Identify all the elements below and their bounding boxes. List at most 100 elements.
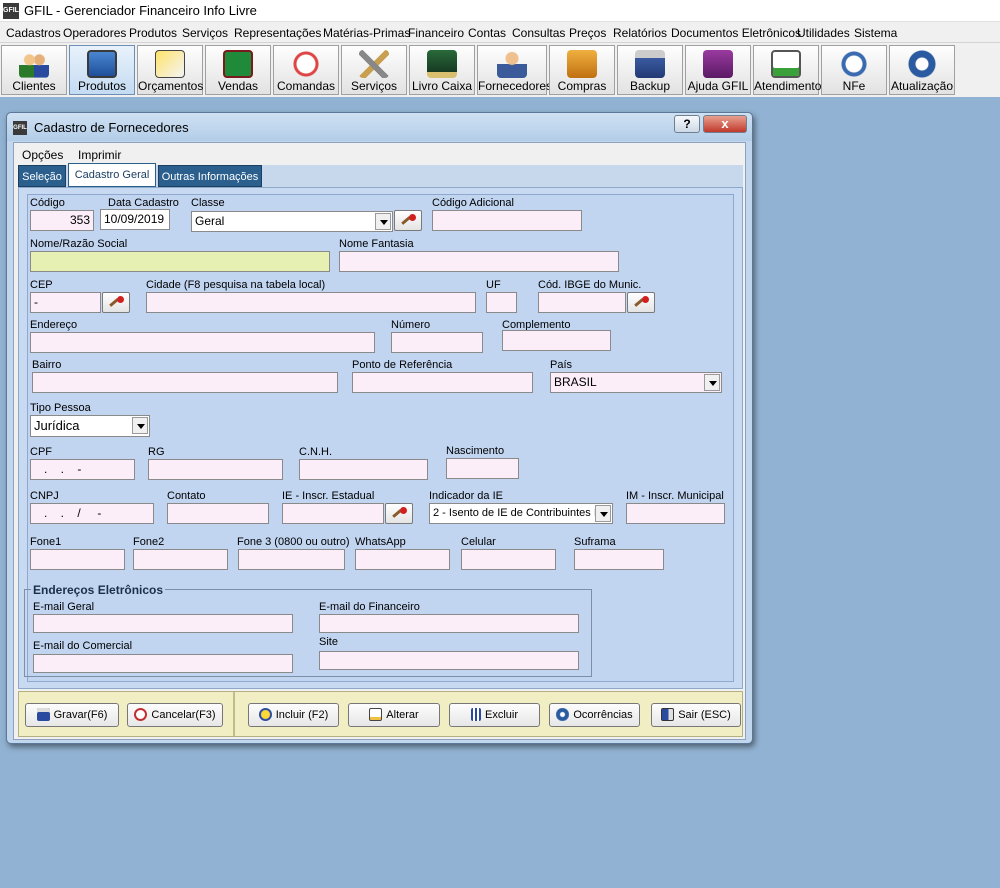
endereco-field[interactable] (30, 332, 375, 353)
menu-documentos-eletronicos[interactable]: Documentos Eletrônicos (671, 26, 801, 40)
im-field[interactable] (626, 503, 725, 524)
menu-utilidades[interactable]: Utilidades (797, 26, 850, 40)
menu-materias-primas[interactable]: Matérias-Primas (323, 26, 410, 40)
complemento-field[interactable] (502, 330, 611, 351)
cnpj-field[interactable]: . . / - (30, 503, 154, 524)
menu-representacoes[interactable]: Representações (234, 26, 321, 40)
label-bairro: Bairro (32, 359, 62, 371)
nascimento-field[interactable] (446, 458, 519, 479)
ie-search-button[interactable] (385, 503, 413, 524)
toolbar-label: Fornecedores (478, 79, 553, 93)
menu-operadores[interactable]: Operadores (63, 26, 126, 40)
bairro-field[interactable] (32, 372, 338, 393)
dialog-titlebar[interactable]: GFIL Cadastro de Fornecedores ? x (7, 113, 752, 141)
sair-button[interactable]: Sair (ESC) (651, 703, 741, 727)
rg-field[interactable] (148, 459, 283, 480)
toolbar-livro-caixa-button[interactable]: Livro Caixa (409, 45, 475, 95)
uf-field[interactable] (486, 292, 517, 313)
toolbar-atualizacao-button[interactable]: Atualização (889, 45, 955, 95)
gravar-button[interactable]: Gravar(F6) (25, 703, 119, 727)
incluir-button[interactable]: Incluir (F2) (248, 703, 339, 727)
label-fone3: Fone 3 (0800 ou outro) (237, 536, 350, 548)
ocorrencias-button[interactable]: Ocorrências (549, 703, 640, 727)
toolbar-backup-button[interactable]: Backup (617, 45, 683, 95)
menu-sistema[interactable]: Sistema (854, 26, 897, 40)
classe-select[interactable]: Geral (191, 211, 393, 232)
close-button[interactable]: x (703, 115, 747, 133)
cnh-field[interactable] (299, 459, 428, 480)
ponto-referencia-field[interactable] (352, 372, 533, 393)
excluir-button[interactable]: Excluir (449, 703, 540, 727)
menu-produtos[interactable]: Produtos (129, 26, 177, 40)
toolbar-atendimento-button[interactable]: Atendimento (753, 45, 821, 95)
menu-relatorios[interactable]: Relatórios (613, 26, 667, 40)
tab-outras-informacoes[interactable]: Outras Informações (158, 165, 262, 187)
menu-imprimir[interactable]: Imprimir (78, 148, 121, 162)
cep-search-button[interactable] (102, 292, 130, 313)
site-field[interactable] (319, 651, 579, 670)
toolbar-orcamentos-button[interactable]: Orçamentos (137, 45, 203, 95)
toolbar-vendas-button[interactable]: Vendas (205, 45, 271, 95)
contato-field[interactable] (167, 503, 269, 524)
toolbar-comandas-button[interactable]: Comandas (273, 45, 339, 95)
menu-financeiro[interactable]: Financeiro (408, 26, 464, 40)
toolbar-nfe-button[interactable]: NFe (821, 45, 887, 95)
chevron-down-icon[interactable] (704, 374, 720, 391)
fone2-field[interactable] (133, 549, 228, 570)
codigo-field[interactable]: 353 (30, 210, 94, 231)
nome-fantasia-field[interactable] (339, 251, 619, 272)
classe-search-button[interactable] (394, 210, 422, 231)
tipo-pessoa-select[interactable]: Jurídica (30, 415, 150, 437)
label-contato: Contato (167, 490, 206, 502)
pais-select[interactable]: BRASIL (550, 372, 722, 393)
tab-selecao[interactable]: Seleção (18, 165, 66, 187)
cep-field[interactable]: - (30, 292, 101, 313)
ie-field[interactable] (282, 503, 384, 524)
ibge-search-button[interactable] (627, 292, 655, 313)
label-nome-fantasia: Nome Fantasia (339, 238, 414, 250)
cancelar-button[interactable]: Cancelar(F3) (127, 703, 223, 727)
chevron-down-icon[interactable] (132, 417, 148, 434)
gear-icon (556, 708, 570, 721)
label-ibge: Cód. IBGE do Munic. (538, 279, 642, 291)
save-floppy-icon (36, 708, 50, 721)
codigo-adicional-field[interactable] (432, 210, 582, 231)
email-financeiro-field[interactable] (319, 614, 579, 633)
tab-cadastro-geral[interactable]: Cadastro Geral (68, 163, 156, 187)
pais-value: BRASIL (554, 375, 597, 389)
indicador-ie-select[interactable]: 2 - Isento de IE de Contribuintes IC (429, 503, 613, 524)
menu-consultas[interactable]: Consultas (512, 26, 565, 40)
cidade-field[interactable] (146, 292, 476, 313)
toolbar-clientes-button[interactable]: Clientes (1, 45, 67, 95)
help-button[interactable]: ? (674, 115, 700, 133)
whatsapp-field[interactable] (355, 549, 450, 570)
data-cadastro-field[interactable]: 10/09/2019 (100, 209, 170, 230)
numero-field[interactable] (391, 332, 483, 353)
ocorrencias-label: Ocorrências (573, 709, 633, 721)
email-comercial-field[interactable] (33, 654, 293, 673)
chevron-down-icon[interactable] (375, 213, 391, 230)
toolbar-fornecedores-button[interactable]: Fornecedores (477, 45, 553, 95)
menu-contas[interactable]: Contas (468, 26, 506, 40)
toolbar-ajuda-button[interactable]: Ajuda GFIL (685, 45, 751, 95)
ibge-field[interactable] (538, 292, 626, 313)
toolbar-label: Serviços (350, 79, 397, 93)
menu-servicos[interactable]: Serviços (182, 26, 228, 40)
cpf-field[interactable]: . . - (30, 459, 135, 480)
toolbar-servicos-button[interactable]: Serviços (341, 45, 407, 95)
celular-field[interactable] (461, 549, 556, 570)
menu-cadastros[interactable]: Cadastros (6, 26, 61, 40)
chevron-down-icon[interactable] (595, 505, 611, 522)
menu-opcoes[interactable]: Opções (22, 148, 63, 162)
alterar-button[interactable]: Alterar (348, 703, 440, 727)
label-im: IM - Inscr. Municipal (626, 490, 724, 502)
fone3-field[interactable] (238, 549, 345, 570)
menu-precos[interactable]: Preços (569, 26, 606, 40)
toolbar-compras-button[interactable]: Compras (549, 45, 615, 95)
trash-icon (470, 708, 481, 721)
toolbar-produtos-button[interactable]: Produtos (69, 45, 135, 95)
fone1-field[interactable] (30, 549, 125, 570)
email-geral-field[interactable] (33, 614, 293, 633)
nome-razao-social-field[interactable] (30, 251, 330, 272)
suframa-field[interactable] (574, 549, 664, 570)
